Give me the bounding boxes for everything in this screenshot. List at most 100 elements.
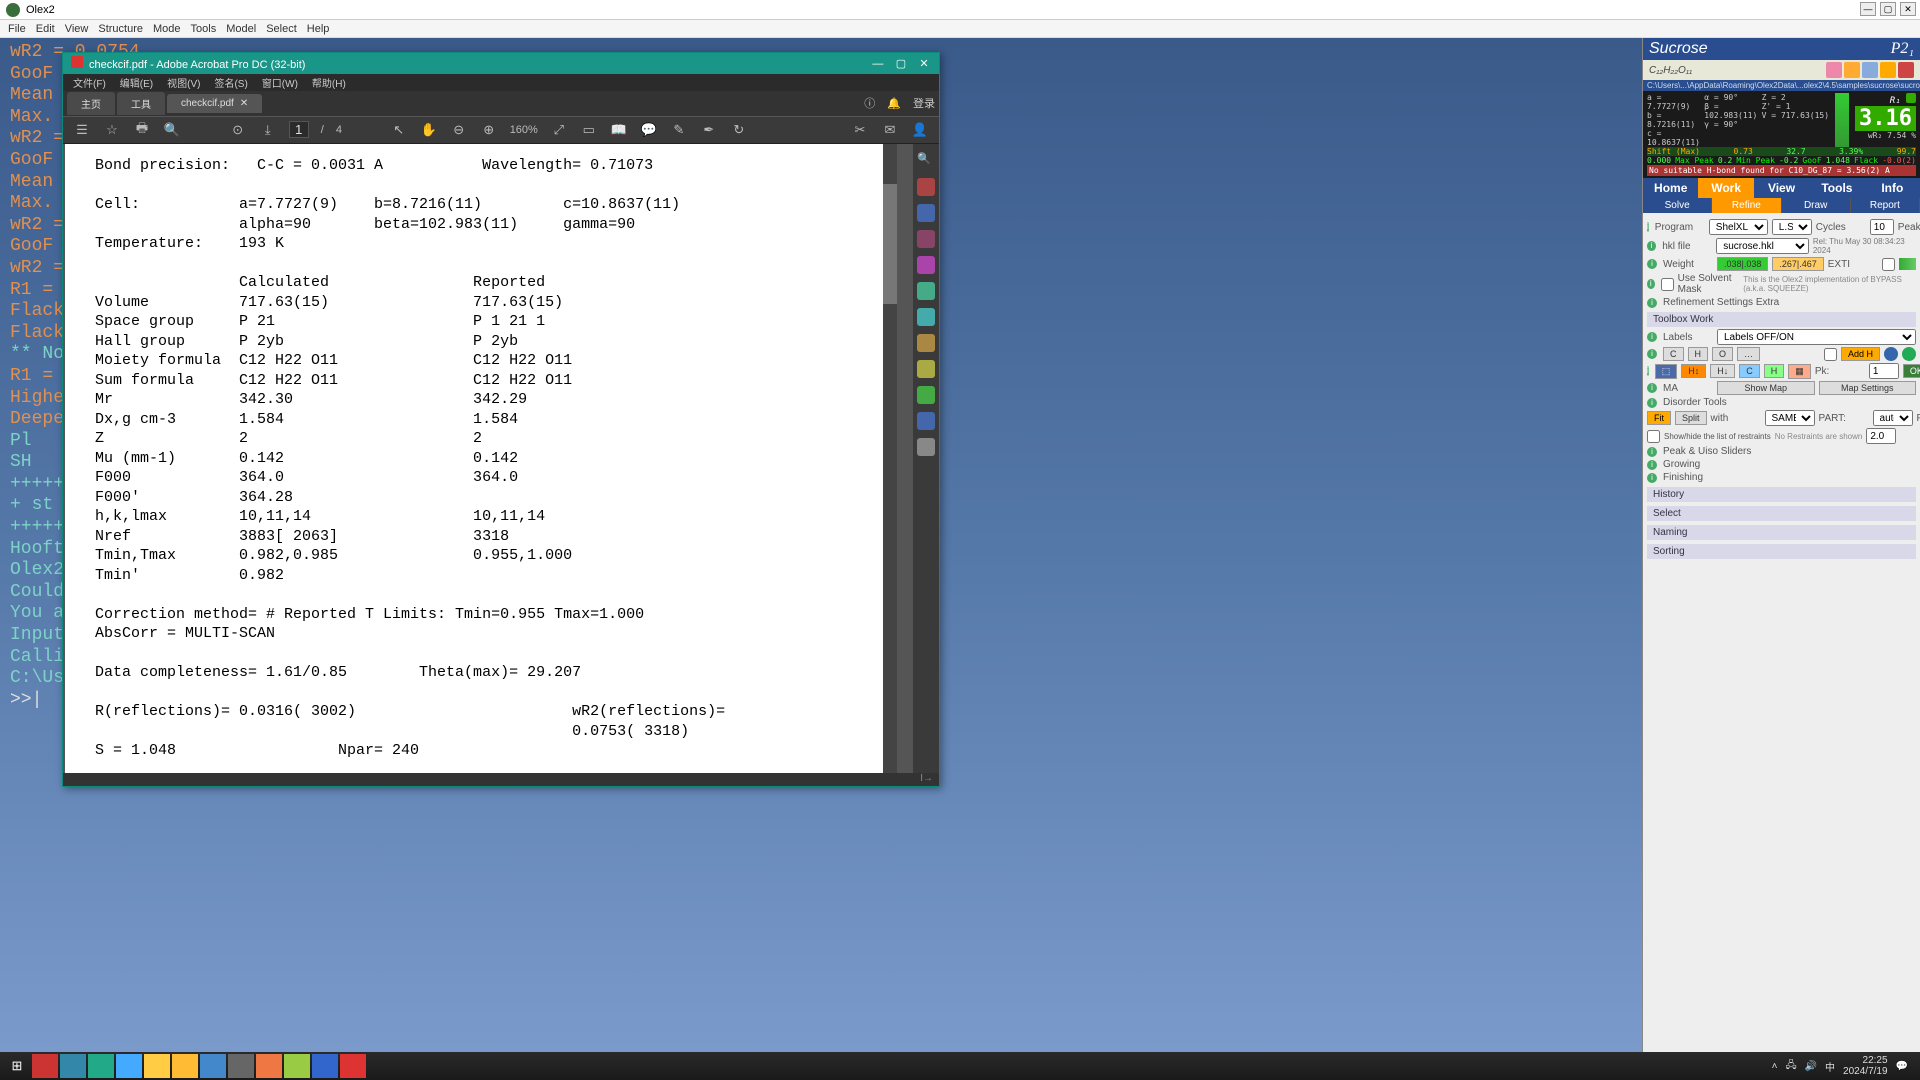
acrobat-titlebar[interactable]: checkcif.pdf - Adobe Acrobat Pro DC (32-… xyxy=(63,53,939,74)
ac-close[interactable]: ✕ xyxy=(917,57,931,70)
ac-tab-document[interactable]: checkcif.pdf ✕ xyxy=(167,94,262,113)
globe-icon[interactable] xyxy=(1884,347,1898,361)
tab-info[interactable]: Info xyxy=(1865,178,1920,198)
ac-tab-tools[interactable]: 工具 xyxy=(117,92,165,115)
tb-app-7[interactable] xyxy=(200,1054,226,1078)
tb-app-6[interactable] xyxy=(172,1054,198,1078)
ac-menu-edit[interactable]: 编辑(E) xyxy=(120,75,153,90)
hkl-select[interactable]: sucrose.hkl xyxy=(1716,238,1809,254)
sec-sorting[interactable]: Sorting xyxy=(1647,544,1916,559)
ok-button[interactable]: OK xyxy=(1903,364,1920,378)
tb-app-3[interactable] xyxy=(88,1054,114,1078)
menu-help[interactable]: Help xyxy=(307,23,330,35)
edit-atoms-icon[interactable] xyxy=(1826,62,1842,78)
sec-grow[interactable]: Growing xyxy=(1663,459,1713,470)
comment-icon[interactable]: 💬 xyxy=(640,121,658,139)
weight-b[interactable]: .267|.467 xyxy=(1772,257,1823,271)
info-icon[interactable]: i xyxy=(1647,279,1655,289)
save-icon[interactable] xyxy=(1862,62,1878,78)
tool-1[interactable]: ⬚ xyxy=(1655,364,1678,379)
hand-tool-icon[interactable]: ✋ xyxy=(420,121,438,139)
rt-7[interactable] xyxy=(917,334,935,352)
tray-up-icon[interactable]: ˄ xyxy=(1772,1061,1778,1072)
menu-model[interactable]: Model xyxy=(226,23,256,35)
method-select[interactable]: L.S. xyxy=(1772,219,1812,235)
tool-2[interactable]: H↕ xyxy=(1681,364,1706,378)
scrollbar[interactable] xyxy=(883,144,897,773)
tb-app-12[interactable] xyxy=(340,1054,366,1078)
sec-finish[interactable]: Finishing xyxy=(1663,472,1713,483)
info-icon[interactable]: i xyxy=(1647,366,1649,376)
show-map-button[interactable]: Show Map xyxy=(1717,381,1815,395)
exti-check[interactable] xyxy=(1882,258,1895,271)
menu-tools[interactable]: Tools xyxy=(191,23,217,35)
sec-naming[interactable]: Naming xyxy=(1647,525,1916,540)
info-icon[interactable]: i xyxy=(1647,241,1656,251)
tab-work[interactable]: Work xyxy=(1698,178,1753,198)
fit-page-icon[interactable]: ▭ xyxy=(580,121,598,139)
rt-6[interactable] xyxy=(917,308,935,326)
start-button[interactable]: ⊞ xyxy=(4,1054,30,1078)
search-tool-icon[interactable]: 🔍 xyxy=(917,152,935,170)
rt-8[interactable] xyxy=(917,360,935,378)
edit-formula-icon[interactable] xyxy=(1844,62,1860,78)
info-icon[interactable]: i xyxy=(1647,473,1657,483)
add-h-button[interactable]: Add H xyxy=(1841,347,1880,361)
solvent-check[interactable] xyxy=(1661,278,1674,291)
info-icon[interactable]: i xyxy=(1647,349,1657,359)
elem-h[interactable]: H xyxy=(1688,347,1709,361)
ac-tab-home[interactable]: 主页 xyxy=(67,92,115,115)
sec-select[interactable]: Select xyxy=(1647,506,1916,521)
maximize-button[interactable]: ▢ xyxy=(1880,2,1896,16)
tb-app-10[interactable] xyxy=(284,1054,310,1078)
same-select[interactable]: SAME xyxy=(1765,410,1815,426)
sidebar-icon[interactable]: ☰ xyxy=(73,121,91,139)
info-icon[interactable]: i xyxy=(1647,259,1657,269)
program-select[interactable]: ShelXL xyxy=(1709,219,1768,235)
toolbox-header[interactable]: Toolbox Work xyxy=(1647,312,1916,327)
folder-icon[interactable] xyxy=(1880,62,1896,78)
tb-app-9[interactable] xyxy=(256,1054,282,1078)
weight-a[interactable]: .038|.038 xyxy=(1717,257,1768,271)
ac-menu-window[interactable]: 窗口(W) xyxy=(262,75,298,90)
tb-app-5[interactable] xyxy=(144,1054,170,1078)
ac-minimize[interactable]: — xyxy=(871,58,885,70)
subtab-refine[interactable]: Refine xyxy=(1712,198,1781,213)
info-icon[interactable]: i xyxy=(1647,447,1657,457)
part-select[interactable]: auto xyxy=(1873,410,1913,426)
tb-app-2[interactable] xyxy=(60,1054,86,1078)
arrow-tool-icon[interactable]: ↖ xyxy=(390,121,408,139)
rt-5[interactable] xyxy=(917,282,935,300)
read-mode-icon[interactable]: 📖 xyxy=(610,121,628,139)
star-icon[interactable]: ☆ xyxy=(103,121,121,139)
fit-button[interactable]: Fit xyxy=(1647,411,1671,425)
tab-home[interactable]: Home xyxy=(1643,178,1698,198)
tool-5[interactable]: H xyxy=(1764,364,1785,378)
rt-2[interactable] xyxy=(917,204,935,222)
showrestr-check[interactable] xyxy=(1647,430,1660,443)
menu-view[interactable]: View xyxy=(65,23,89,35)
edit-icon[interactable]: ✂ xyxy=(851,121,869,139)
tray-lang[interactable]: 中 xyxy=(1825,1059,1835,1074)
rt-10[interactable] xyxy=(917,412,935,430)
rt-3[interactable] xyxy=(917,230,935,248)
addh-check[interactable] xyxy=(1824,348,1837,361)
tb-app-8[interactable] xyxy=(228,1054,254,1078)
eq-input[interactable] xyxy=(1866,428,1896,444)
ac-menu-sign[interactable]: 签名(S) xyxy=(214,75,247,90)
info-icon[interactable]: i xyxy=(1647,383,1657,393)
ac-maximize[interactable]: ▢ xyxy=(894,57,908,70)
labels-select[interactable]: Labels OFF/ON xyxy=(1717,329,1916,345)
tray-notif-icon[interactable]: 💬 xyxy=(1896,1061,1908,1072)
more-icon[interactable]: ↻ xyxy=(730,121,748,139)
info-icon[interactable]: i xyxy=(1647,298,1657,308)
tool-3[interactable]: H↓ xyxy=(1710,364,1735,378)
ac-menu-file[interactable]: 文件(F) xyxy=(73,75,106,90)
tool-6[interactable]: ▦ xyxy=(1788,364,1811,379)
map-settings-button[interactable]: Map Settings xyxy=(1819,381,1917,395)
tb-app-1[interactable] xyxy=(32,1054,58,1078)
scroll-thumb[interactable] xyxy=(883,184,897,304)
tab-tools[interactable]: Tools xyxy=(1809,178,1864,198)
print-icon[interactable]: 🖶 xyxy=(133,121,151,139)
info-icon[interactable]: i xyxy=(1647,398,1657,408)
